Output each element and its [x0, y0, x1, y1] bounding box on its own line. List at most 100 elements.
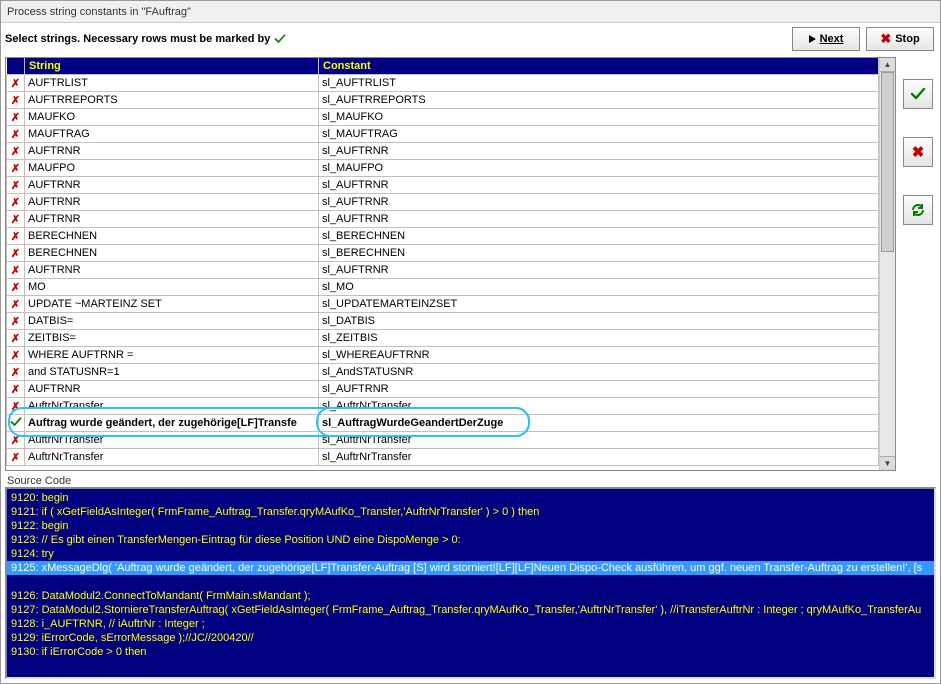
table-row[interactable]: ✗UPDATE ~MARTEINZ SET sl_UPDATEMARTEINZS…: [7, 296, 879, 313]
scroll-thumb[interactable]: [881, 72, 894, 252]
row-mark[interactable]: ✗: [7, 313, 25, 330]
source-code-panel[interactable]: 9120: begin9121: if ( xGetFieldAsInteger…: [5, 487, 936, 679]
cell-constant[interactable]: sl_AuftrNrTransfer: [319, 432, 879, 449]
source-line[interactable]: 9122: begin: [11, 520, 69, 532]
cell-string[interactable]: and STATUSNR=1: [25, 364, 319, 381]
row-mark[interactable]: ✗: [7, 364, 25, 381]
row-mark[interactable]: ✗: [7, 143, 25, 160]
col-mark[interactable]: [7, 58, 25, 75]
cell-string[interactable]: AuftrNrTransfer: [25, 449, 319, 466]
cell-constant[interactable]: sl_AUFTRNR: [319, 194, 879, 211]
source-line[interactable]: 9124: try: [11, 548, 54, 560]
vertical-scrollbar[interactable]: ▲ ▼: [879, 58, 895, 470]
source-line[interactable]: 9127: DataModul2.StorniereTransferAuftra…: [11, 604, 921, 616]
stop-button[interactable]: ✖ Stop: [866, 27, 934, 51]
table-row[interactable]: ✗DATBIS=sl_DATBIS: [7, 313, 879, 330]
source-line[interactable]: 9123: // Es gibt einen TransferMengen-Ei…: [11, 534, 461, 546]
table-row[interactable]: ✗AUFTRNRsl_AUFTRNR: [7, 381, 879, 398]
cell-constant[interactable]: sl_MAUFTRAG: [319, 126, 879, 143]
next-button[interactable]: Next: [792, 27, 860, 51]
table-row[interactable]: ✗AuftrNrTransfersl_AuftrNrTransfer: [7, 398, 879, 415]
cell-string[interactable]: AUFTRNR: [25, 262, 319, 279]
reject-button[interactable]: ✖: [903, 137, 933, 167]
row-mark[interactable]: ✗: [7, 75, 25, 92]
cell-string[interactable]: AUFTRNR: [25, 143, 319, 160]
row-mark[interactable]: ✗: [7, 262, 25, 279]
row-mark[interactable]: ✗: [7, 296, 25, 313]
row-mark[interactable]: ✗: [7, 347, 25, 364]
col-string[interactable]: String: [25, 58, 319, 75]
cell-constant[interactable]: sl_AUFTRNR: [319, 381, 879, 398]
row-mark[interactable]: ✗: [7, 398, 25, 415]
row-mark[interactable]: ✗: [7, 177, 25, 194]
cell-string[interactable]: MAUFPO: [25, 160, 319, 177]
row-mark[interactable]: ✗: [7, 432, 25, 449]
source-line[interactable]: 9126: DataModul2.ConnectToMandant( FrmMa…: [11, 590, 311, 602]
cell-constant[interactable]: sl_AUFTRNR: [319, 211, 879, 228]
table-row[interactable]: ✗BERECHNENsl_BERECHNEN: [7, 228, 879, 245]
accept-button[interactable]: [903, 79, 933, 109]
table-row[interactable]: ✗ WHERE AUFTRNR = sl_WHEREAUFTRNR: [7, 347, 879, 364]
cell-string[interactable]: ZEITBIS=: [25, 330, 319, 347]
cell-constant[interactable]: sl_ZEITBIS: [319, 330, 879, 347]
cell-constant[interactable]: sl_MAUFPO: [319, 160, 879, 177]
cell-string[interactable]: AuftrNrTransfer: [25, 398, 319, 415]
cell-string[interactable]: AUFTRNR: [25, 211, 319, 228]
row-mark[interactable]: ✗: [7, 211, 25, 228]
col-constant[interactable]: Constant: [319, 58, 879, 75]
cell-string[interactable]: BERECHNEN: [25, 228, 319, 245]
row-mark[interactable]: [7, 415, 25, 432]
cell-constant[interactable]: sl_AuftrNrTransfer: [319, 449, 879, 466]
cell-constant[interactable]: sl_UPDATEMARTEINZSET: [319, 296, 879, 313]
cell-string[interactable]: AUFTRNR: [25, 194, 319, 211]
table-row[interactable]: ✗AUFTRNRsl_AUFTRNR: [7, 211, 879, 228]
cell-string[interactable]: UPDATE ~MARTEINZ SET: [25, 296, 319, 313]
scroll-down-arrow[interactable]: ▼: [880, 456, 895, 470]
table-row[interactable]: ✗MOsl_MO: [7, 279, 879, 296]
refresh-button[interactable]: [903, 195, 933, 225]
table-row[interactable]: ✗MAUFTRAGsl_MAUFTRAG: [7, 126, 879, 143]
table-row[interactable]: Auftrag wurde geändert, der zugehörige[L…: [7, 415, 879, 432]
strings-grid[interactable]: String Constant ✗AUFTRLISTsl_AUFTRLIST✗A…: [6, 58, 879, 466]
cell-string[interactable]: MAUFKO: [25, 109, 319, 126]
source-line[interactable]: 9129: iErrorCode, sErrorMessage );//JC//…: [11, 632, 254, 644]
source-line[interactable]: 9120: begin: [11, 492, 69, 504]
row-mark[interactable]: ✗: [7, 228, 25, 245]
cell-string[interactable]: DATBIS=: [25, 313, 319, 330]
cell-constant[interactable]: sl_MO: [319, 279, 879, 296]
source-line[interactable]: 9130: if iErrorCode > 0 then: [11, 646, 146, 658]
cell-constant[interactable]: sl_AuftragWurdeGeandertDerZuge: [319, 415, 879, 432]
source-line[interactable]: 9128: i_AUFTRNR, // iAuftrNr : Integer ;: [11, 618, 205, 630]
row-mark[interactable]: ✗: [7, 279, 25, 296]
cell-string[interactable]: Auftrag wurde geändert, der zugehörige[L…: [25, 415, 319, 432]
cell-constant[interactable]: sl_BERECHNEN: [319, 228, 879, 245]
cell-string[interactable]: BERECHNEN: [25, 245, 319, 262]
table-row[interactable]: ✗ZEITBIS=sl_ZEITBIS: [7, 330, 879, 347]
cell-constant[interactable]: sl_WHEREAUFTRNR: [319, 347, 879, 364]
table-row[interactable]: ✗AUFTRNRsl_AUFTRNR: [7, 143, 879, 160]
cell-string[interactable]: MO: [25, 279, 319, 296]
cell-constant[interactable]: sl_AuftrNrTransfer: [319, 398, 879, 415]
row-mark[interactable]: ✗: [7, 245, 25, 262]
cell-constant[interactable]: sl_BERECHNEN: [319, 245, 879, 262]
cell-constant[interactable]: sl_AUFTRLIST: [319, 75, 879, 92]
table-row[interactable]: ✗AUFTRNRsl_AUFTRNR: [7, 194, 879, 211]
cell-constant[interactable]: sl_AUFTRREPORTS: [319, 92, 879, 109]
row-mark[interactable]: ✗: [7, 330, 25, 347]
scroll-up-arrow[interactable]: ▲: [880, 58, 895, 72]
source-line[interactable]: 9125: xMessageDlg( 'Auftrag wurde geände…: [7, 561, 934, 575]
table-row[interactable]: ✗AUFTRNRsl_AUFTRNR: [7, 177, 879, 194]
cell-string[interactable]: WHERE AUFTRNR =: [25, 347, 319, 364]
cell-constant[interactable]: sl_AUFTRNR: [319, 177, 879, 194]
table-row[interactable]: ✗AUFTRNRsl_AUFTRNR: [7, 262, 879, 279]
table-row[interactable]: ✗AuftrNrTransfersl_AuftrNrTransfer: [7, 432, 879, 449]
cell-constant[interactable]: sl_AUFTRNR: [319, 262, 879, 279]
cell-constant[interactable]: sl_AndSTATUSNR: [319, 364, 879, 381]
table-row[interactable]: ✗AuftrNrTransfersl_AuftrNrTransfer: [7, 449, 879, 466]
row-mark[interactable]: ✗: [7, 92, 25, 109]
cell-constant[interactable]: sl_MAUFKO: [319, 109, 879, 126]
cell-string[interactable]: AUFTRNR: [25, 381, 319, 398]
table-row[interactable]: ✗AUFTRLISTsl_AUFTRLIST: [7, 75, 879, 92]
row-mark[interactable]: ✗: [7, 160, 25, 177]
cell-constant[interactable]: sl_AUFTRNR: [319, 143, 879, 160]
